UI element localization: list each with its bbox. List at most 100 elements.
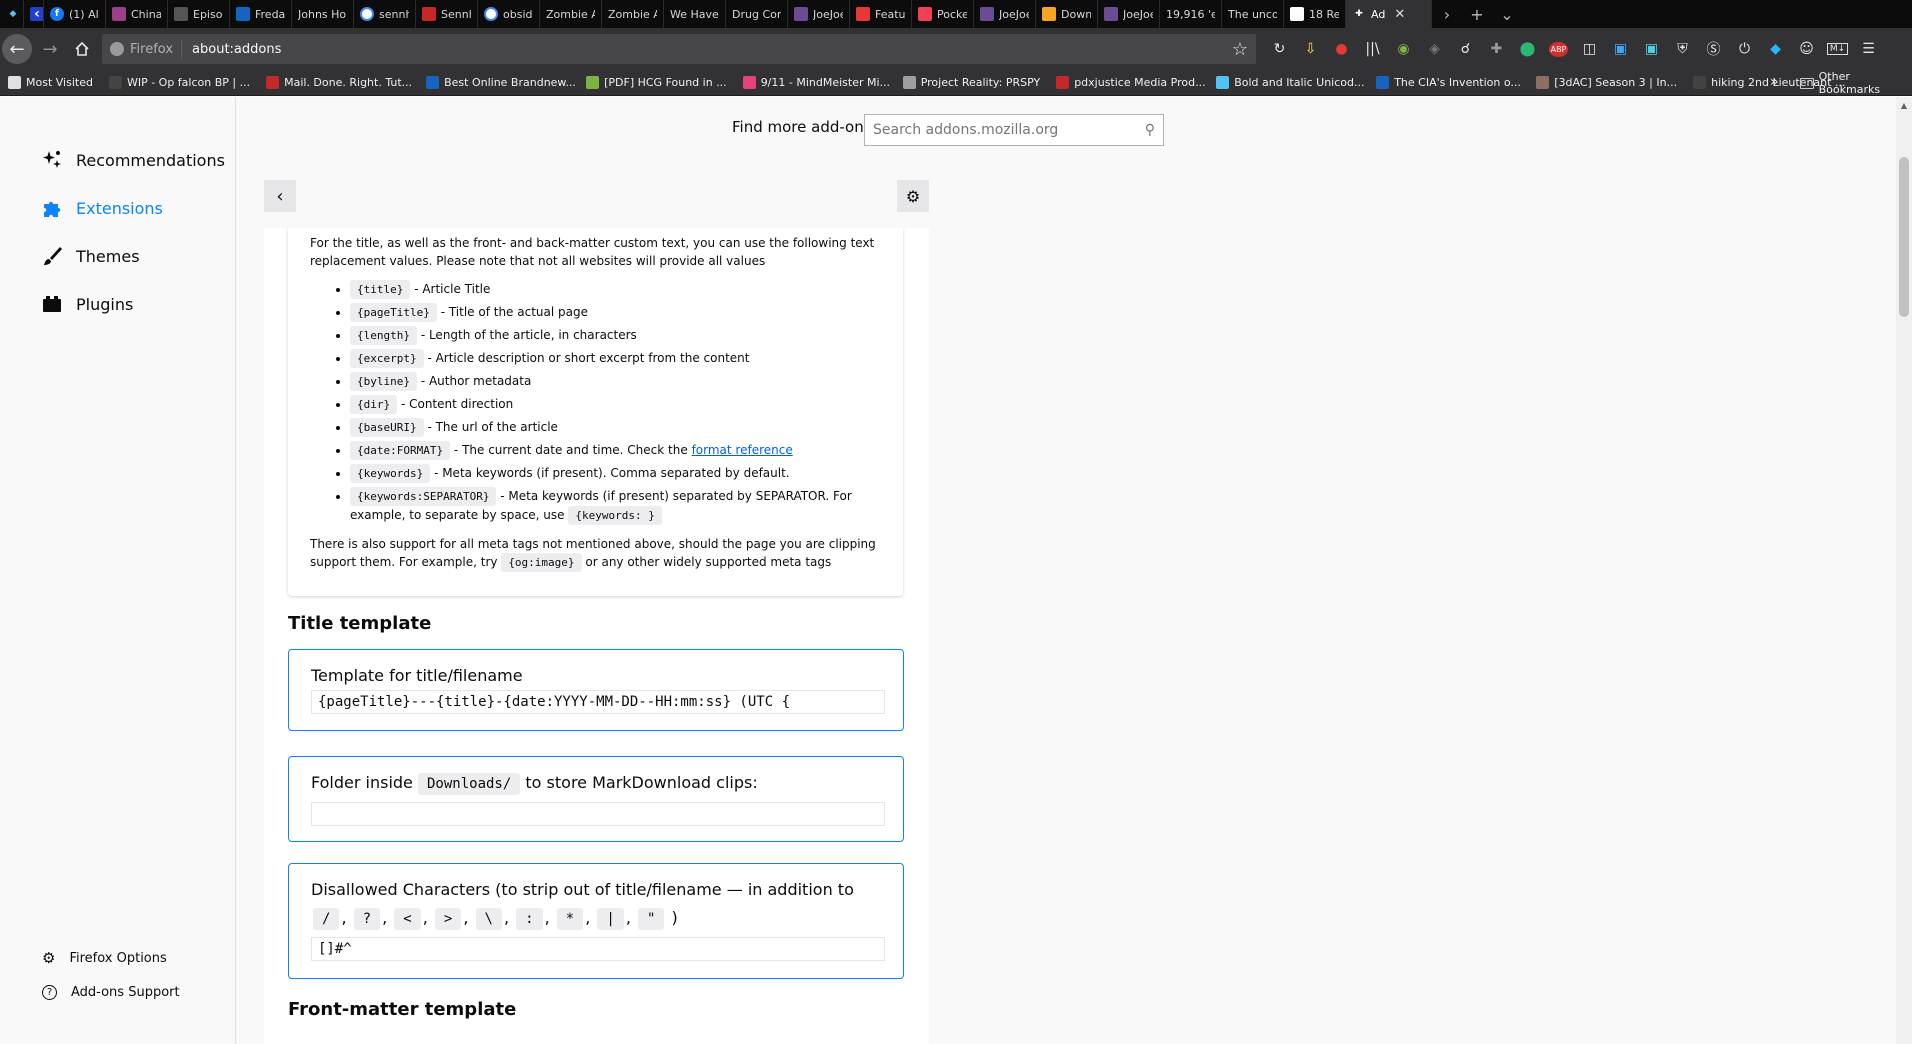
extension-button[interactable]: ✚ [1483,35,1510,63]
bookmark-item[interactable]: WIP - Op falcon BP | ... [101,76,258,89]
identity-box[interactable]: Firefox [102,39,183,59]
extension-button[interactable]: ◈ [1421,35,1448,63]
browser-tab[interactable]: China [106,0,168,28]
bookmark-label: Project Reality: PRSPY [920,76,1041,89]
toolbar-icons: ↻ ⇩ ● ||\ ◉ ◈ ☌ ✚ ⬤ ABP ◫ ▣ ▣ ⛨ Ⓢ ⏻ ◆ ☺ … [1266,35,1882,63]
bookmark-item[interactable]: Best Online Brandnew... [418,76,578,89]
extension-button[interactable]: ⬤ [1514,35,1541,63]
bookmark-item[interactable]: [3dAC] Season 3 | In... [1528,76,1685,89]
browser-tab[interactable]: The uncove [1222,0,1284,28]
adblock-button[interactable]: ABP [1545,35,1572,63]
browser-tab[interactable]: Johns Hopk [292,0,354,28]
markdown-button[interactable]: M↓ [1824,35,1851,63]
browser-tab[interactable]: Episod [168,0,230,28]
browser-tab[interactable]: Sennhe [416,0,478,28]
category-themes[interactable]: Themes [40,244,140,268]
browser-tab[interactable]: JoeJoe [788,0,850,28]
bookmark-item[interactable]: 9/11 - MindMeister Mi... [735,76,895,89]
browser-tab[interactable]: We Have A [664,0,726,28]
replacement-values-list: {title} - Article Title {pageTitle} - Tit… [350,280,881,525]
replacement-desc: - Author metadata [420,374,532,388]
chevron-left-icon: ‹ [30,6,43,22]
save-button[interactable]: ▣ [1638,35,1665,63]
browser-tab[interactable]: Zombie Apo [540,0,602,28]
bookmark-item[interactable]: pdxjustice Media Prod... [1048,76,1208,89]
browser-tab[interactable]: sennhe [354,0,416,28]
replacement-value-item: {baseURI} - The url of the article [350,418,881,437]
extension-button[interactable]: ◉ [1390,35,1417,63]
account-button[interactable]: ☺ [1793,35,1820,63]
tab-title: Johns Hopk [298,7,347,21]
forward-button[interactable]: → [34,33,66,65]
browser-tab[interactable]: Featur [850,0,912,28]
browser-tab[interactable]: f (1) Ale [44,0,106,28]
category-extensions[interactable]: Extensions [40,196,163,220]
library-button[interactable]: ||\ [1359,35,1386,63]
browser-tab[interactable]: ✚ Ad ✕ [1346,0,1432,28]
browser-tab[interactable]: ◆ [0,0,24,28]
tools-gear-button[interactable]: ⚙ [897,180,929,212]
save-button[interactable]: ▣ [1607,35,1634,63]
menu-button[interactable]: ☰ [1855,35,1882,63]
bookmark-favicon-icon [266,76,280,89]
addons-support-link[interactable]: ? Add-ons Support [42,985,180,1000]
facebook-icon: f [50,7,64,21]
firefox-options-link[interactable]: ⚙ Firefox Options [42,949,167,967]
scroll-up-arrow-icon[interactable]: ▲ [1896,97,1912,113]
gem-button[interactable]: ◆ [1762,35,1789,63]
close-tab-icon[interactable]: ✕ [1394,7,1405,22]
bookmark-item[interactable]: Bold and Italic Unicod... [1208,76,1368,89]
browser-tab[interactable]: JoeJoe [974,0,1036,28]
reload-button[interactable]: ↻ [1266,35,1293,63]
other-bookmarks-folder[interactable]: Other Bookmarks [1800,70,1912,96]
back-button[interactable]: ← [2,34,32,64]
browser-tab[interactable]: Zombie Apo [602,0,664,28]
power-button[interactable]: ⏻ [1731,35,1758,63]
home-button[interactable] [66,33,98,65]
privacy-button[interactable]: ⛨ [1669,35,1696,63]
list-all-tabs-icon[interactable]: ⌄ [1492,0,1522,28]
extension-button[interactable]: ☌ [1452,35,1479,63]
bookmarks-overflow-chevron-icon[interactable]: » [1770,74,1779,90]
title-template-input[interactable] [311,690,885,714]
format-reference-link[interactable]: format reference [692,443,793,457]
extension-button[interactable]: ● [1328,35,1355,63]
bookmark-item[interactable]: [PDF] HCG Found in ... [578,76,735,89]
browser-tab[interactable]: Fredag [230,0,292,28]
search-box[interactable]: ⚲ [864,114,1164,146]
back-to-list-button[interactable]: ‹ [264,180,296,212]
download-folder-label: Folder inside Downloads/ to store MarkDo… [311,769,881,798]
tab-title: Ad [1371,7,1386,21]
help-meta-text: or any other widely supported meta tags [585,555,832,569]
browser-tab[interactable]: Drug Comp [726,0,788,28]
pocket-icon [918,7,932,21]
bookmark-star-icon[interactable]: ☆ [1232,39,1256,60]
bookmark-item[interactable]: Project Reality: PRSPY [895,76,1049,89]
bookmark-item[interactable]: Most Visited [0,76,101,89]
browser-tab[interactable]: JoeJoe [1098,0,1160,28]
bookmark-item[interactable]: The CIA's Invention o... [1368,76,1528,89]
title-template-heading: Title template [288,613,432,634]
download-folder-input[interactable] [311,802,885,826]
s-button[interactable]: Ⓢ [1700,35,1727,63]
browser-tab[interactable]: obsidia [478,0,540,28]
site-icon [1042,7,1056,21]
disallowed-characters-input[interactable] [311,937,885,961]
url-text[interactable]: about:addons [182,42,1232,57]
category-recommendations[interactable]: Recommendations [40,148,225,172]
browser-tab[interactable]: Pocket [912,0,974,28]
sidebar-button[interactable]: ◫ [1576,35,1603,63]
url-bar[interactable]: Firefox about:addons ☆ [102,34,1256,64]
browser-tab[interactable]: 18 Rea [1284,0,1346,28]
bookmark-item[interactable]: Mail. Done. Right. Tut... [258,76,418,89]
search-input[interactable] [873,122,1145,138]
new-tab-icon[interactable]: + [1462,0,1492,28]
category-plugins[interactable]: Plugins [40,292,133,316]
page-scrollbar[interactable]: ▲ [1896,97,1912,1044]
browser-tab[interactable]: Downlc [1036,0,1098,28]
browser-tab[interactable]: 19,916 'eye [1160,0,1222,28]
scrollbar-thumb[interactable] [1899,157,1909,317]
browser-tab[interactable]: ‹ [24,0,44,28]
tab-scroll-right-icon[interactable]: › [1432,0,1462,28]
downloads-button[interactable]: ⇩ [1297,35,1324,63]
